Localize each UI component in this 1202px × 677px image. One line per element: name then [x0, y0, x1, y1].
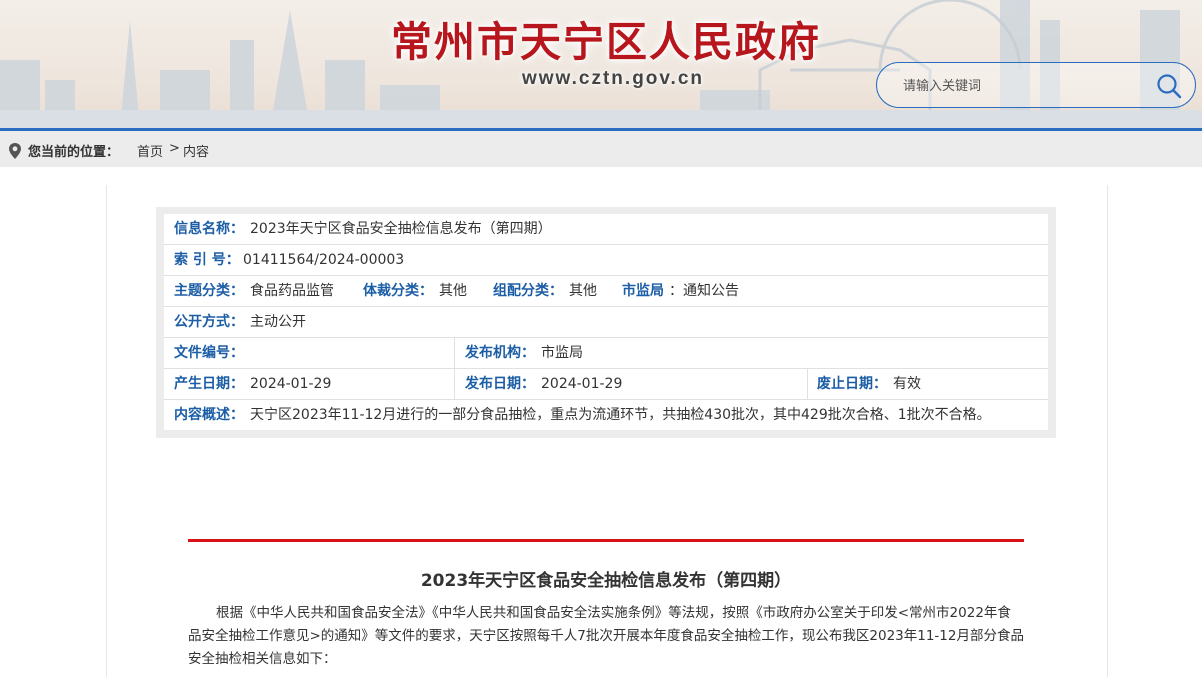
meta-bureau-value: ：通知公告 [669, 283, 739, 299]
meta-bureau-label: 市监局 [622, 283, 664, 299]
meta-divider [807, 369, 808, 399]
location-pin-icon [9, 143, 21, 159]
article-body: 根据《中华人民共和国食品安全法》《中华人民共和国食品安全法实施条例》等法规，按照… [188, 605, 1024, 667]
meta-name-value: 2023年天宁区食品安全抽检信息发布（第四期） [250, 221, 552, 237]
search-box [876, 62, 1196, 108]
meta-divider [454, 369, 455, 399]
meta-row-dates: 产生日期： 2024-01-29 发布日期： 2024-01-29 废止日期： … [164, 369, 1048, 400]
meta-expiry-label: 废止日期： [817, 376, 887, 392]
meta-topic-label: 主题分类： [174, 283, 244, 299]
meta-row-index: 索 引 号： 01411564/2024-00003 [164, 245, 1048, 276]
meta-created-value: 2024-01-29 [250, 376, 332, 392]
search-input[interactable] [903, 75, 1143, 97]
meta-published-label: 发布日期： [465, 376, 535, 392]
info-metadata-panel: 信息名称： 2023年天宁区食品安全抽检信息发布（第四期） 索 引 号： 014… [156, 207, 1056, 438]
meta-row-open-method: 公开方式： 主动公开 [164, 307, 1048, 338]
site-url: www.cztn.gov.cn [522, 68, 705, 89]
meta-docno-label: 文件编号： [174, 345, 244, 361]
meta-row-categories: 主题分类： 食品药品监管 体裁分类： 其他 组配分类： 其他 市监局 ：通知公告 [164, 276, 1048, 307]
meta-index-value: 01411564/2024-00003 [243, 252, 405, 268]
breadcrumb: 您当前的位置： 首页 > 内容 [0, 131, 1202, 167]
meta-publisher-label: 发布机构： [465, 345, 535, 361]
meta-row-doc-number: 文件编号： 发布机构： 市监局 [164, 338, 1048, 369]
meta-index-label: 索 引 号： [174, 252, 240, 268]
breadcrumb-separator: > [169, 141, 180, 156]
meta-genre-value: 其他 [439, 283, 467, 299]
article-divider [188, 539, 1024, 542]
meta-open-value: 主动公开 [250, 314, 306, 330]
meta-name-label: 信息名称： [174, 221, 244, 237]
info-metadata-table: 信息名称： 2023年天宁区食品安全抽检信息发布（第四期） 索 引 号： 014… [164, 214, 1048, 430]
meta-expiry-value: 有效 [893, 376, 921, 392]
search-button[interactable] [1155, 72, 1183, 100]
meta-row-name: 信息名称： 2023年天宁区食品安全抽检信息发布（第四期） [164, 214, 1048, 245]
meta-published-value: 2024-01-29 [541, 376, 623, 392]
breadcrumb-label: 您当前的位置： [28, 145, 120, 160]
breadcrumb-current: 内容 [183, 145, 210, 160]
article-title: 2023年天宁区食品安全抽检信息发布（第四期） [420, 571, 792, 591]
site-header: 常州市天宁区人民政府 www.cztn.gov.cn [0, 0, 1202, 128]
search-icon [1157, 74, 1182, 99]
meta-topic-value: 食品药品监管 [250, 283, 334, 299]
meta-open-label: 公开方式： [174, 314, 244, 330]
meta-publisher-value: 市监局 [541, 345, 583, 361]
meta-genre-label: 体裁分类： [363, 283, 433, 299]
meta-divider [454, 338, 455, 368]
meta-org-category-label: 组配分类： [493, 283, 563, 299]
breadcrumb-home-link[interactable]: 首页 [137, 141, 163, 160]
meta-summary-value: 天宁区2023年11-12月进行的一部分食品抽检，重点为流通环节，共抽检430批… [250, 407, 991, 423]
site-title: 常州市天宁区人民政府 [391, 18, 821, 66]
meta-summary-label: 内容概述： [174, 407, 244, 423]
meta-row-summary: 内容概述： 天宁区2023年11-12月进行的一部分食品抽检，重点为流通环节，共… [164, 400, 1048, 431]
meta-org-category-value: 其他 [569, 283, 597, 299]
meta-created-label: 产生日期： [174, 376, 244, 392]
